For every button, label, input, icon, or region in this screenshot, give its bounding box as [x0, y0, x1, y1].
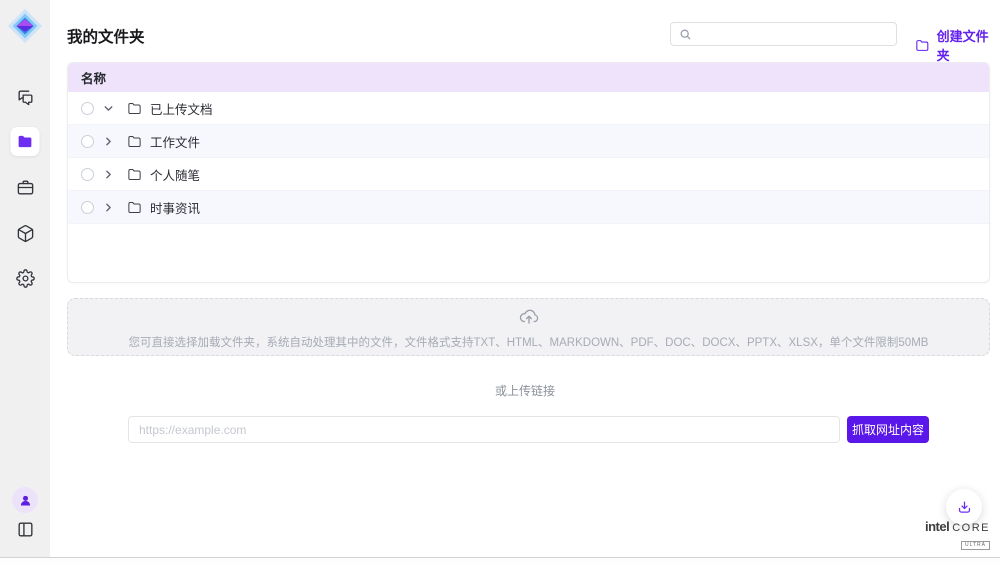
chevron-right-icon[interactable] — [102, 135, 115, 148]
table-row[interactable]: 时事资讯 — [68, 191, 989, 224]
folder-row-label: 工作文件 — [150, 132, 200, 151]
row-checkbox[interactable] — [81, 168, 94, 181]
row-checkbox[interactable] — [81, 102, 94, 115]
search-icon — [679, 28, 692, 41]
folder-icon — [127, 200, 142, 215]
settings-gear-icon[interactable] — [15, 268, 35, 288]
folder-row-label: 时事资讯 — [150, 198, 200, 217]
window-bottom-edge — [0, 557, 1000, 563]
chevron-right-icon[interactable] — [102, 201, 115, 214]
core-logo-text: core — [952, 523, 990, 534]
folder-icon — [915, 38, 930, 53]
folder-icon — [127, 101, 142, 116]
search-input[interactable] — [692, 23, 896, 45]
fetch-url-button[interactable]: 抓取网址内容 — [847, 416, 929, 443]
table-row[interactable]: 个人随笔 — [68, 158, 989, 191]
row-checkbox[interactable] — [81, 135, 94, 148]
create-folder-button[interactable]: 创建文件夹 — [915, 26, 1000, 64]
table-row[interactable]: 工作文件 — [68, 125, 989, 158]
folder-icon — [127, 134, 142, 149]
url-input[interactable] — [128, 416, 840, 443]
upload-dropzone[interactable]: 您可直接选择加载文件夹，系统自动处理其中的文件，文件格式支持TXT、HTML、M… — [67, 298, 990, 356]
or-upload-link-label: 或上传链接 — [50, 382, 1000, 399]
chat-icon[interactable] — [15, 87, 35, 107]
app-logo-icon[interactable] — [6, 7, 44, 45]
upload-hint-text: 您可直接选择加载文件夹，系统自动处理其中的文件，文件格式支持TXT、HTML、M… — [68, 334, 989, 350]
intel-logo-text: intel — [925, 520, 949, 533]
create-folder-label: 创建文件夹 — [937, 26, 1000, 64]
folder-table: 名称 已上传文档 工作文件 个人随笔 — [67, 62, 990, 283]
search-box[interactable] — [670, 22, 897, 46]
folder-row-label: 已上传文档 — [150, 99, 213, 118]
chevron-right-icon[interactable] — [102, 168, 115, 181]
user-avatar[interactable] — [12, 487, 38, 513]
page-title: 我的文件夹 — [67, 25, 145, 47]
folder-icon — [127, 167, 142, 182]
cloud-upload-icon — [518, 306, 540, 328]
ultra-badge: ultra — [961, 541, 990, 550]
sidebar-item-folders-active[interactable] — [11, 127, 40, 156]
url-upload-row: 抓取网址内容 — [128, 416, 929, 443]
row-checkbox[interactable] — [81, 201, 94, 214]
chevron-down-icon[interactable] — [102, 102, 115, 115]
download-icon — [956, 499, 973, 516]
collapse-panel-icon[interactable] — [15, 519, 35, 539]
sidebar — [0, 0, 50, 557]
intel-core-logo: intel core ultra — [925, 520, 990, 550]
folder-row-label: 个人随笔 — [150, 165, 200, 184]
table-row[interactable]: 已上传文档 — [68, 92, 989, 125]
briefcase-icon[interactable] — [15, 177, 35, 197]
package-cube-icon[interactable] — [15, 223, 35, 243]
table-header-name: 名称 — [68, 63, 989, 92]
